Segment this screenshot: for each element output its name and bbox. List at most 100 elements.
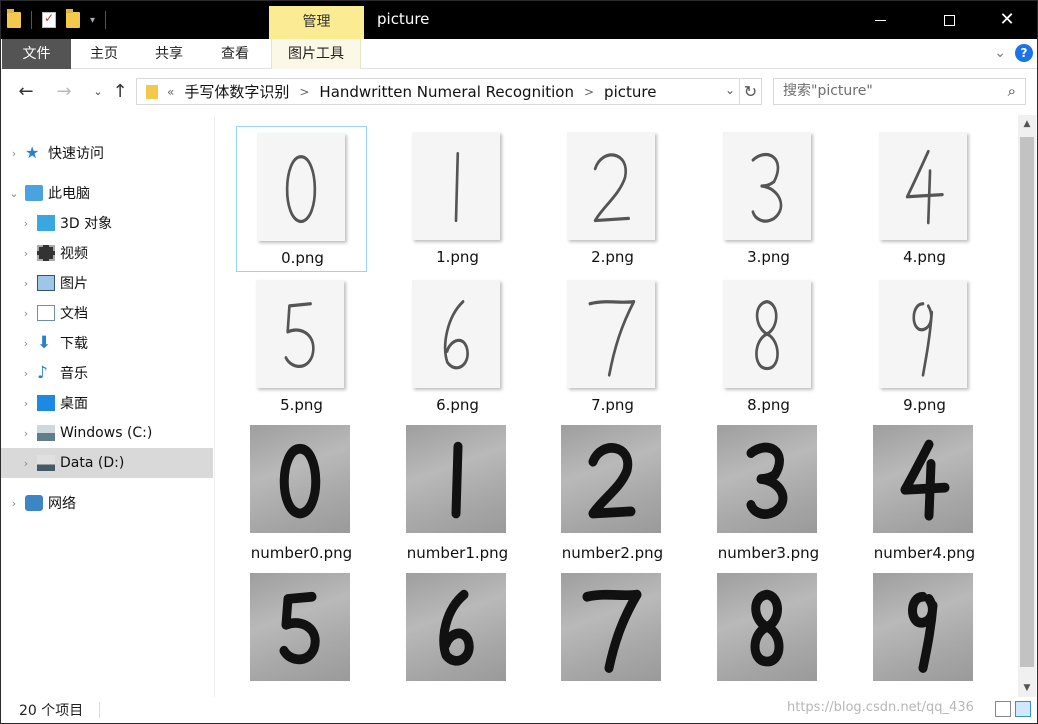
file-item[interactable]: 4.png	[859, 126, 990, 272]
file-item[interactable]: number1.png	[392, 422, 523, 568]
nav-music[interactable]: › ♪ 音乐	[1, 358, 213, 388]
up-arrow-icon[interactable]: ↑	[109, 81, 131, 103]
nav-label: 视频	[60, 246, 88, 262]
file-item[interactable]: number4.png	[859, 422, 990, 568]
nav-3d-objects[interactable]: › 3D 对象	[1, 208, 213, 238]
file-item[interactable]: 5.png	[236, 274, 367, 420]
tab-share[interactable]: 共享	[151, 39, 187, 69]
window-title: picture	[377, 10, 430, 28]
explorer-window: ▾ 管理 picture ✕ 文件 主页 共享 查看 图片工具 ⌄ ? ← → …	[0, 0, 1038, 724]
breadcrumb-project[interactable]: Handwritten Numeral Recognition	[319, 83, 574, 101]
expand-ribbon-icon[interactable]: ⌄	[994, 45, 1006, 61]
image-thumbnail	[250, 425, 350, 533]
file-item[interactable]: 1.png	[392, 126, 523, 272]
ribbon-controls: ⌄ ?	[994, 44, 1033, 62]
nav-videos[interactable]: › 视频	[1, 238, 213, 268]
nav-desktop[interactable]: › 桌面	[1, 388, 213, 418]
forward-arrow-icon[interactable]: →	[53, 81, 75, 103]
chevron-right-icon[interactable]: ›	[19, 397, 33, 410]
documents-icon	[37, 305, 55, 321]
maximize-button[interactable]	[926, 1, 972, 39]
file-item[interactable]	[236, 570, 367, 697]
chevron-right-icon[interactable]: >	[584, 85, 594, 99]
nav-documents[interactable]: › 文档	[1, 298, 213, 328]
breadcrumb-picture[interactable]: picture	[604, 83, 656, 101]
address-bar[interactable]: « 手写体数字识别 > Handwritten Numeral Recognit…	[136, 78, 740, 105]
file-item[interactable]	[392, 570, 523, 697]
nav-pictures[interactable]: › 图片	[1, 268, 213, 298]
image-thumbnail	[567, 280, 655, 388]
search-icon[interactable]: ⌕	[1008, 79, 1016, 104]
image-thumbnail	[717, 425, 817, 533]
nav-this-pc[interactable]: ⌄ 此电脑	[1, 178, 213, 208]
file-item[interactable]: 3.png	[703, 126, 834, 272]
search-input[interactable]: 搜索"picture" ⌕	[773, 78, 1026, 105]
back-arrow-icon[interactable]: ←	[15, 81, 37, 103]
tab-home[interactable]: 主页	[86, 39, 122, 69]
folder-icon	[7, 9, 21, 28]
vertical-scrollbar[interactable]: ▲ ▼	[1018, 115, 1036, 697]
customize-toolbar-icon[interactable]: ▾	[90, 15, 95, 26]
minimize-button[interactable]	[857, 1, 903, 39]
large-icons-view-icon[interactable]	[1015, 701, 1031, 717]
nav-downloads[interactable]: › ⬇ 下载	[1, 328, 213, 358]
tab-picture-tools[interactable]: 图片工具	[271, 39, 361, 69]
chevron-right-icon[interactable]: ›	[7, 147, 21, 160]
file-item[interactable]: number2.png	[547, 422, 678, 568]
image-thumbnail	[561, 573, 661, 681]
chevron-down-icon[interactable]: ⌄	[725, 83, 735, 97]
properties-icon[interactable]	[42, 11, 56, 28]
image-thumbnail	[406, 573, 506, 681]
nav-label: 快速访问	[48, 146, 104, 162]
chevron-right-icon[interactable]: ›	[19, 337, 33, 350]
file-item[interactable]	[547, 570, 678, 697]
chevron-right-icon[interactable]: ›	[19, 427, 33, 440]
scroll-up-icon[interactable]: ▲	[1018, 115, 1036, 133]
file-item[interactable]: 2.png	[547, 126, 678, 272]
chevron-right-icon[interactable]: ›	[19, 247, 33, 260]
file-item[interactable]: 0.png	[236, 126, 367, 272]
scrollbar-thumb[interactable]	[1020, 137, 1034, 667]
refresh-icon[interactable]: ↻	[740, 78, 762, 105]
file-item[interactable]: number0.png	[236, 422, 367, 568]
ribbon-tabs: 文件 主页 共享 查看 图片工具 ⌄ ?	[1, 39, 1037, 69]
scroll-down-icon[interactable]: ▼	[1018, 679, 1036, 697]
maximize-icon	[943, 14, 955, 26]
chevron-down-icon[interactable]: ⌄	[7, 187, 21, 200]
nav-quick-access[interactable]: › ★ 快速访问	[1, 138, 213, 168]
chevron-right-icon[interactable]: ›	[19, 217, 33, 230]
help-icon[interactable]: ?	[1015, 44, 1033, 62]
tab-view[interactable]: 查看	[217, 39, 253, 69]
new-folder-icon[interactable]	[66, 9, 80, 28]
file-item[interactable]	[703, 570, 834, 697]
file-item[interactable]: 9.png	[859, 274, 990, 420]
overflow-crumb[interactable]: «	[167, 85, 174, 99]
file-item[interactable]: 7.png	[547, 274, 678, 420]
3d-objects-icon	[37, 215, 55, 231]
file-item[interactable]: 8.png	[703, 274, 834, 420]
nav-drive-c[interactable]: › Windows (C:)	[1, 418, 213, 448]
tab-file[interactable]: 文件	[2, 39, 71, 69]
chevron-right-icon[interactable]: >	[299, 85, 309, 99]
nav-drive-d[interactable]: › Data (D:)	[1, 448, 213, 478]
chevron-right-icon[interactable]: ›	[7, 497, 21, 510]
manage-context-tab[interactable]: 管理	[269, 6, 364, 39]
file-item[interactable]: 6.png	[392, 274, 523, 420]
chevron-right-icon[interactable]: ›	[19, 307, 33, 320]
file-item[interactable]: number3.png	[703, 422, 834, 568]
image-thumbnail	[879, 280, 967, 388]
file-name: 9.png	[903, 396, 946, 414]
chevron-right-icon[interactable]: ›	[19, 367, 33, 380]
breadcrumb-handwriting[interactable]: 手写体数字识别	[184, 81, 289, 102]
pictures-icon	[37, 275, 55, 291]
file-name: number1.png	[406, 544, 509, 562]
file-name: 5.png	[280, 396, 323, 414]
nav-network[interactable]: › 网络	[1, 488, 213, 518]
chevron-right-icon[interactable]: ›	[19, 277, 33, 290]
close-button[interactable]: ✕	[984, 1, 1030, 39]
file-item[interactable]	[859, 570, 990, 697]
details-view-icon[interactable]	[995, 701, 1011, 717]
image-thumbnail	[412, 280, 500, 388]
recent-locations-icon[interactable]: ⌄	[87, 81, 109, 103]
chevron-right-icon[interactable]: ›	[19, 457, 33, 470]
